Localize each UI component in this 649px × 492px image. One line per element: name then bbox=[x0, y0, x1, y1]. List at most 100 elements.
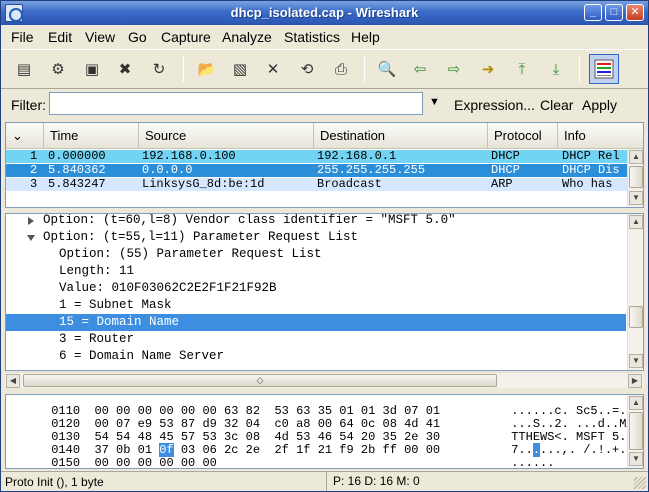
packet-protocol: DHCP bbox=[491, 150, 520, 163]
scroll-up-icon[interactable]: ▲ bbox=[629, 396, 643, 410]
ascii-row: ......c. Sc5..=.. bbox=[511, 404, 634, 418]
save-file-icon[interactable]: ▧ bbox=[229, 58, 251, 80]
detail-line[interactable]: Option: (55) Parameter Request List bbox=[6, 246, 626, 263]
packet-list-header: ⌄ Time Source Destination Protocol Info bbox=[6, 123, 643, 149]
apply-button[interactable]: Apply bbox=[582, 97, 617, 113]
menu-capture[interactable]: Capture bbox=[161, 29, 211, 45]
filter-dropdown-icon[interactable]: ▼ bbox=[429, 96, 440, 108]
packet-bytes-pane[interactable]: 0110 00 00 00 00 00 00 63 82 53 63 35 01… bbox=[5, 394, 644, 469]
scrollbar-thumb[interactable] bbox=[629, 306, 643, 328]
packet-destination: 192.168.0.1 bbox=[317, 150, 397, 163]
packet-source: 192.168.0.100 bbox=[142, 150, 236, 163]
packet-source: LinksysG_8d:be:1d bbox=[142, 178, 265, 191]
packet-row[interactable]: 1 0.000000 192.168.0.100 192.168.0.1 DHC… bbox=[6, 150, 643, 163]
clear-button[interactable]: Clear bbox=[540, 97, 573, 113]
scrollbar-thumb[interactable]: ◇ bbox=[23, 374, 497, 387]
close-button[interactable]: ✕ bbox=[626, 4, 644, 21]
go-last-icon[interactable]: ⤓ bbox=[545, 58, 567, 80]
packet-no: 2 bbox=[30, 164, 38, 177]
restart-capture-icon[interactable]: ↻ bbox=[148, 58, 170, 80]
packet-info: DHCP Dis bbox=[562, 164, 620, 177]
go-first-icon[interactable]: ⤒ bbox=[511, 58, 533, 80]
go-to-packet-icon[interactable]: ➜ bbox=[477, 58, 499, 80]
capture-options-icon[interactable]: ⚙ bbox=[47, 58, 69, 80]
column-protocol[interactable]: Protocol bbox=[488, 123, 558, 149]
scroll-right-icon[interactable]: ▶ bbox=[628, 374, 642, 388]
scrollbar-thumb[interactable] bbox=[629, 166, 643, 188]
minimize-button[interactable]: _ bbox=[584, 4, 602, 21]
menu-file[interactable]: File bbox=[11, 29, 34, 45]
scroll-down-icon[interactable]: ▼ bbox=[629, 452, 643, 466]
detail-line[interactable]: 1 = Subnet Mask bbox=[6, 297, 626, 314]
column-destination[interactable]: Destination bbox=[314, 123, 488, 149]
detail-line-selected[interactable]: 15 = Domain Name bbox=[6, 314, 626, 331]
packet-list-scrollbar[interactable]: ▲ ▼ bbox=[627, 149, 643, 207]
column-no[interactable]: ⌄ bbox=[6, 123, 44, 149]
details-scrollbar[interactable]: ▲ ▼ bbox=[627, 214, 643, 370]
column-source[interactable]: Source bbox=[139, 123, 314, 149]
print-icon[interactable]: ⎙ bbox=[330, 58, 352, 80]
ascii-row: ...S..2. ...d..MA bbox=[511, 417, 634, 431]
toolbar-separator bbox=[364, 56, 365, 82]
open-file-icon[interactable]: 📂 bbox=[196, 58, 218, 80]
hex-row: 0130 54 54 48 45 57 53 3c 08 4d 53 46 54… bbox=[51, 430, 441, 444]
scroll-left-icon[interactable]: ◀ bbox=[6, 374, 20, 388]
packet-time: 5.840362 bbox=[48, 164, 106, 177]
menu-view[interactable]: View bbox=[85, 29, 115, 45]
find-packet-icon[interactable]: 🔍 bbox=[376, 58, 398, 80]
scroll-down-icon[interactable]: ▼ bbox=[629, 354, 643, 368]
status-packet-counts: P: 16 D: 16 M: 0 bbox=[326, 472, 420, 491]
main-toolbar: ▤ ⚙ ▣ ✖ ↻ 📂 ▧ ✕ ⟲ ⎙ 🔍 ⇦ ⇨ ➜ ⤒ ⤓ bbox=[1, 49, 648, 89]
packet-source: 0.0.0.0 bbox=[142, 164, 193, 177]
list-interfaces-icon[interactable]: ▤ bbox=[13, 58, 35, 80]
resize-grip-icon[interactable] bbox=[634, 477, 646, 489]
go-forward-icon[interactable]: ⇨ bbox=[443, 58, 465, 80]
start-capture-icon[interactable]: ▣ bbox=[81, 58, 103, 80]
title-bar: dhcp_isolated.cap - Wireshark _ □ ✕ bbox=[1, 1, 648, 25]
menu-help[interactable]: Help bbox=[351, 29, 380, 45]
menu-go[interactable]: Go bbox=[128, 29, 147, 45]
packet-no: 3 bbox=[30, 178, 38, 191]
detail-line[interactable]: Option: (t=60,l=8) Vendor class identifi… bbox=[6, 214, 626, 229]
maximize-button[interactable]: □ bbox=[605, 4, 623, 21]
hex-row: 0120 00 07 e9 53 87 d9 32 04 c0 a8 00 64… bbox=[51, 417, 441, 431]
packet-destination: 255.255.255.255 bbox=[317, 164, 426, 177]
detail-line[interactable]: 6 = Domain Name Server bbox=[6, 348, 626, 365]
packet-list[interactable]: ⌄ Time Source Destination Protocol Info … bbox=[5, 122, 644, 208]
collapse-arrow-icon[interactable] bbox=[27, 235, 35, 241]
detail-line[interactable]: Option: (t=55,l=11) Parameter Request Li… bbox=[6, 229, 626, 246]
toolbar-separator bbox=[579, 56, 580, 82]
ascii-row: ...... bbox=[511, 456, 555, 469]
hex-scrollbar[interactable]: ▲ ▼ bbox=[627, 395, 643, 468]
colorize-icon[interactable] bbox=[589, 54, 619, 84]
stop-capture-icon[interactable]: ✖ bbox=[114, 58, 136, 80]
scroll-up-icon[interactable]: ▲ bbox=[629, 215, 643, 229]
hex-row: 0110 00 00 00 00 00 00 63 82 53 63 35 01… bbox=[51, 404, 441, 418]
scroll-down-icon[interactable]: ▼ bbox=[629, 191, 643, 205]
packet-details-tree[interactable]: Option: (t=60,l=8) Vendor class identifi… bbox=[5, 213, 644, 371]
scrollbar-thumb[interactable] bbox=[629, 412, 643, 450]
hex-row: 0140 37 0b 01 0f 03 06 2c 2e 2f 1f 21 f9… bbox=[51, 443, 441, 457]
detail-line[interactable]: 3 = Router bbox=[6, 331, 626, 348]
detail-line[interactable]: Value: 010F03062C2E2F1F21F92B bbox=[6, 280, 626, 297]
packet-row[interactable]: 3 5.843247 LinksysG_8d:be:1d Broadcast A… bbox=[6, 178, 643, 191]
column-time[interactable]: Time bbox=[44, 123, 139, 149]
packet-row-selected[interactable]: 2 5.840362 0.0.0.0 255.255.255.255 DHCP … bbox=[6, 164, 643, 177]
detail-line[interactable]: Length: 11 bbox=[6, 263, 626, 280]
packet-destination: Broadcast bbox=[317, 178, 382, 191]
scroll-up-icon[interactable]: ▲ bbox=[629, 150, 643, 164]
details-h-scrollbar[interactable]: ◀ ◇ ▶ bbox=[5, 372, 644, 388]
column-info[interactable]: Info bbox=[558, 123, 643, 149]
filter-input[interactable] bbox=[49, 92, 423, 115]
close-file-icon[interactable]: ✕ bbox=[262, 58, 284, 80]
expand-arrow-icon[interactable] bbox=[28, 217, 34, 225]
reload-icon[interactable]: ⟲ bbox=[296, 58, 318, 80]
expression-button[interactable]: Expression... bbox=[454, 97, 535, 113]
menu-analyze[interactable]: Analyze bbox=[222, 29, 272, 45]
menu-statistics[interactable]: Statistics bbox=[284, 29, 340, 45]
wireshark-window: dhcp_isolated.cap - Wireshark _ □ ✕ File… bbox=[0, 0, 649, 492]
packet-no: 1 bbox=[30, 150, 38, 163]
go-back-icon[interactable]: ⇦ bbox=[409, 58, 431, 80]
packet-protocol: DHCP bbox=[491, 164, 520, 177]
menu-edit[interactable]: Edit bbox=[48, 29, 72, 45]
